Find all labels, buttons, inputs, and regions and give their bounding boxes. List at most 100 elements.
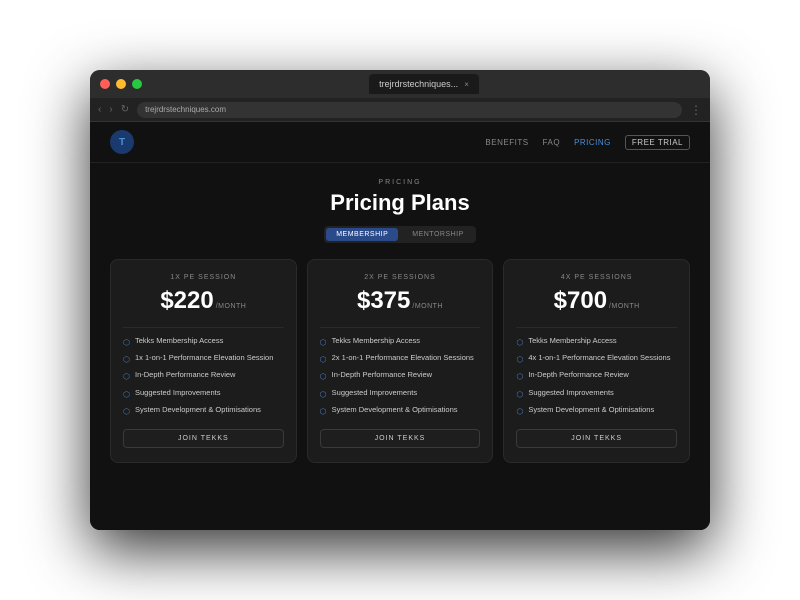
toggle-mentorship[interactable]: MENTORSHIP (402, 228, 474, 241)
tab-close-icon[interactable]: × (464, 80, 469, 89)
plan-1x-price-row: $220 /MONTH (123, 287, 284, 315)
site-header: T BENEFITS FAQ PRICING FREE TRIAL (90, 122, 710, 163)
browser-titlebar: trejrdrstechniques... × (90, 70, 710, 98)
maximize-button[interactable] (132, 79, 142, 89)
reload-button[interactable]: ↻ (121, 104, 129, 115)
feature-text: 4x 1-on-1 Performance Elevation Sessions (528, 353, 670, 364)
nav-pricing[interactable]: PRICING (574, 138, 611, 147)
plan-1x-divider (123, 327, 284, 328)
feature-text: In-Depth Performance Review (332, 370, 432, 381)
feature-text: System Development & Optimisations (332, 405, 458, 416)
plan-4x-features: ⬡ Tekks Membership Access ⬡ 4x 1-on-1 Pe… (516, 336, 677, 417)
plan-2x-divider (320, 327, 481, 328)
feature-text: Tekks Membership Access (528, 336, 616, 347)
plan-card-1x: 1X PE SESSION $220 /MONTH ⬡ Tekks Member… (110, 259, 297, 463)
join-button-1x[interactable]: JOIN TEKKS (123, 429, 284, 448)
page-title: Pricing Plans (330, 190, 469, 216)
feature-item: ⬡ Tekks Membership Access (320, 336, 481, 348)
feature-item: ⬡ Tekks Membership Access (516, 336, 677, 348)
plan-1x-features: ⬡ Tekks Membership Access ⬡ 1x 1-on-1 Pe… (123, 336, 284, 417)
page-content: T BENEFITS FAQ PRICING FREE TRIAL PRICIN… (90, 122, 710, 530)
browser-menu-icon[interactable]: ⋮ (690, 103, 702, 117)
feature-text: In-Depth Performance Review (528, 370, 628, 381)
feature-item: ⬡ In-Depth Performance Review (320, 370, 481, 382)
feature-item: ⬡ Tekks Membership Access (123, 336, 284, 348)
feature-text: Suggested Improvements (528, 388, 613, 399)
feature-icon: ⬡ (516, 389, 523, 400)
feature-icon: ⬡ (123, 389, 130, 400)
feature-item: ⬡ Suggested Improvements (320, 388, 481, 400)
join-button-4x[interactable]: JOIN TEKKS (516, 429, 677, 448)
feature-text: Tekks Membership Access (332, 336, 420, 347)
site-nav: BENEFITS FAQ PRICING FREE TRIAL (485, 135, 690, 150)
plan-1x-period: /MONTH (216, 303, 247, 310)
feature-text: System Development & Optimisations (528, 405, 654, 416)
feature-icon: ⬡ (516, 337, 523, 348)
feature-item: ⬡ System Development & Optimisations (516, 405, 677, 417)
feature-icon: ⬡ (320, 371, 327, 382)
toggle-membership[interactable]: MEMBERSHIP (326, 228, 398, 241)
plan-1x-sessions: 1X PE SESSION (123, 274, 284, 281)
minimize-button[interactable] (116, 79, 126, 89)
plan-2x-period: /MONTH (412, 303, 443, 310)
tab-title: trejrdrstechniques... (379, 79, 458, 89)
feature-item: ⬡ 1x 1-on-1 Performance Elevation Sessio… (123, 353, 284, 365)
plan-2x-price-row: $375 /MONTH (320, 287, 481, 315)
feature-icon: ⬡ (516, 354, 523, 365)
nav-faq[interactable]: FAQ (543, 138, 561, 147)
url-text: trejrdrstechniques.com (145, 105, 226, 114)
feature-item: ⬡ System Development & Optimisations (123, 405, 284, 417)
feature-item: ⬡ 2x 1-on-1 Performance Elevation Sessio… (320, 353, 481, 365)
forward-button[interactable]: › (109, 104, 112, 115)
plan-2x-sessions: 2X PE SESSIONS (320, 274, 481, 281)
plan-4x-price: $700 (554, 287, 607, 315)
close-button[interactable] (100, 79, 110, 89)
plan-1x-price: $220 (160, 287, 213, 315)
plan-card-2x: 2X PE SESSIONS $375 /MONTH ⬡ Tekks Membe… (307, 259, 494, 463)
feature-item: ⬡ 4x 1-on-1 Performance Elevation Sessio… (516, 353, 677, 365)
plan-4x-price-row: $700 /MONTH (516, 287, 677, 315)
address-bar: ‹ › ↻ trejrdrstechniques.com ⋮ (90, 98, 710, 122)
feature-text: 1x 1-on-1 Performance Elevation Session (135, 353, 273, 364)
plan-4x-sessions: 4X PE SESSIONS (516, 274, 677, 281)
join-button-2x[interactable]: JOIN TEKKS (320, 429, 481, 448)
nav-free-trial[interactable]: FREE TRIAL (625, 135, 690, 150)
feature-text: In-Depth Performance Review (135, 370, 235, 381)
plans-grid: 1X PE SESSION $220 /MONTH ⬡ Tekks Member… (110, 259, 690, 463)
site-logo: T (110, 130, 134, 154)
feature-text: System Development & Optimisations (135, 405, 261, 416)
feature-icon: ⬡ (123, 406, 130, 417)
feature-icon: ⬡ (320, 337, 327, 348)
feature-item: ⬡ Suggested Improvements (123, 388, 284, 400)
feature-item: ⬡ In-Depth Performance Review (123, 370, 284, 382)
feature-text: Suggested Improvements (135, 388, 220, 399)
plan-2x-features: ⬡ Tekks Membership Access ⬡ 2x 1-on-1 Pe… (320, 336, 481, 417)
feature-icon: ⬡ (123, 337, 130, 348)
feature-text: Suggested Improvements (332, 388, 417, 399)
url-input[interactable]: trejrdrstechniques.com (137, 102, 682, 118)
feature-text: Tekks Membership Access (135, 336, 223, 347)
logo-text: T (119, 137, 125, 148)
feature-text: 2x 1-on-1 Performance Elevation Sessions (332, 353, 474, 364)
feature-item: ⬡ In-Depth Performance Review (516, 370, 677, 382)
feature-icon: ⬡ (123, 354, 130, 365)
feature-item: ⬡ System Development & Optimisations (320, 405, 481, 417)
plan-4x-divider (516, 327, 677, 328)
plan-toggle-group: MEMBERSHIP MENTORSHIP (324, 226, 476, 243)
plan-2x-price: $375 (357, 287, 410, 315)
browser-window: trejrdrstechniques... × ‹ › ↻ trejrdrste… (90, 70, 710, 530)
feature-icon: ⬡ (123, 371, 130, 382)
feature-icon: ⬡ (516, 371, 523, 382)
plan-4x-period: /MONTH (609, 303, 640, 310)
feature-icon: ⬡ (320, 354, 327, 365)
back-button[interactable]: ‹ (98, 104, 101, 115)
browser-tab[interactable]: trejrdrstechniques... × (369, 74, 479, 94)
pricing-section: PRICING Pricing Plans MEMBERSHIP MENTORS… (90, 163, 710, 530)
feature-item: ⬡ Suggested Improvements (516, 388, 677, 400)
pricing-label: PRICING (378, 179, 421, 186)
feature-icon: ⬡ (320, 389, 327, 400)
feature-icon: ⬡ (320, 406, 327, 417)
nav-benefits[interactable]: BENEFITS (485, 138, 528, 147)
feature-icon: ⬡ (516, 406, 523, 417)
plan-card-4x: 4X PE SESSIONS $700 /MONTH ⬡ Tekks Membe… (503, 259, 690, 463)
